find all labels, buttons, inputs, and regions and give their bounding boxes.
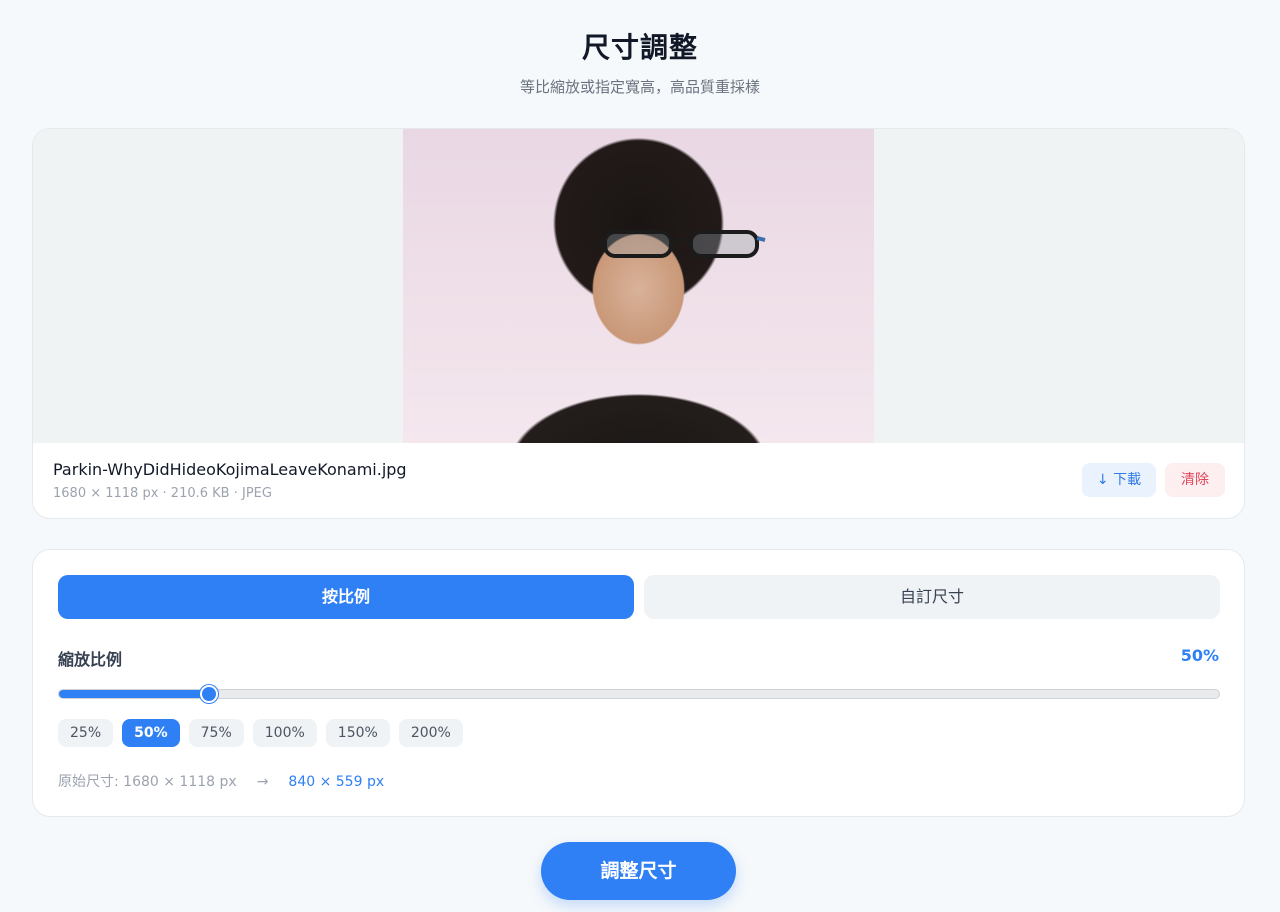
preset-button[interactable]: 75% bbox=[188, 719, 244, 747]
slider-thumb[interactable] bbox=[199, 685, 218, 703]
page-header: 尺寸調整 等比縮放或指定寬高，高品質重採樣 bbox=[0, 0, 1280, 128]
preset-button[interactable]: 100% bbox=[252, 719, 317, 747]
preset-buttons: 25% 50% 75% 100% 150% 200% bbox=[58, 719, 463, 747]
file-name: Parkin-WhyDidHideoKojimaLeaveKonami.jpg bbox=[53, 460, 407, 479]
download-button[interactable]: ↓ 下載 bbox=[1082, 463, 1156, 497]
file-meta: 1680 × 1118 px · 210.6 KB · JPEG bbox=[53, 486, 272, 501]
resize-button[interactable]: 調整尺寸 bbox=[541, 842, 736, 900]
preset-button[interactable]: 25% bbox=[58, 719, 114, 747]
preset-button[interactable]: 150% bbox=[325, 719, 390, 747]
page-title: 尺寸調整 bbox=[581, 31, 698, 64]
file-info: Parkin-WhyDidHideoKojimaLeaveKonami.jpg … bbox=[53, 459, 407, 503]
size-summary: 原始尺寸: 1680 × 1118 px → 840 × 559 px bbox=[58, 772, 384, 792]
tab-custom-size[interactable]: 自訂尺寸 bbox=[644, 575, 1220, 619]
image-preview-card: Parkin-WhyDidHideoKojimaLeaveKonami.jpg … bbox=[32, 128, 1245, 519]
preview-image bbox=[403, 129, 874, 443]
preview-area bbox=[33, 129, 1244, 443]
arrow-right-icon: → bbox=[256, 774, 269, 790]
preset-button[interactable]: 200% bbox=[398, 719, 463, 747]
clear-button[interactable]: 清除 bbox=[1165, 463, 1225, 497]
target-size: 840 × 559 px bbox=[288, 774, 385, 790]
scale-value: 50% bbox=[1180, 646, 1219, 665]
scale-slider[interactable] bbox=[58, 685, 1220, 703]
glasses-graphic bbox=[603, 230, 766, 258]
scale-label: 縮放比例 bbox=[58, 650, 123, 669]
resize-settings-card: 按比例 自訂尺寸 縮放比例 50% 25% 50% 75% 100% 150% 200% … bbox=[32, 549, 1245, 817]
original-size: 原始尺寸: 1680 × 1118 px bbox=[58, 774, 237, 790]
slider-fill bbox=[59, 690, 209, 698]
tab-ratio[interactable]: 按比例 bbox=[58, 575, 634, 619]
preset-button[interactable]: 50% bbox=[122, 719, 180, 747]
page-subtitle: 等比縮放或指定寬高，高品質重採樣 bbox=[519, 78, 760, 96]
